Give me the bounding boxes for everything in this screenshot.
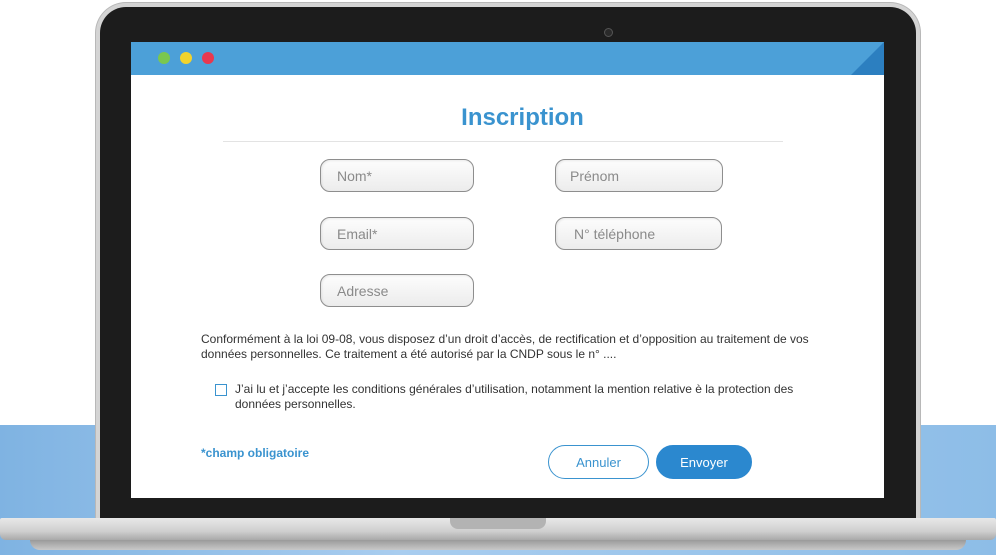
browser-window: Inscription Conformément à la loi 09-08,… [131,42,884,498]
consent-label: J’ai lu et j’accepte les conditions géné… [235,382,794,411]
window-green-dot-icon[interactable] [158,52,170,64]
window-red-dot-icon[interactable] [202,52,214,64]
consent-checkbox[interactable] [215,384,227,396]
telephone-field[interactable] [555,217,722,250]
legal-notice: Conformément à la loi 09-08, vous dispos… [201,332,809,361]
title-divider [223,141,783,142]
prenom-field[interactable] [555,159,723,192]
laptop-notch [450,518,546,529]
email-field[interactable] [320,217,474,250]
window-yellow-dot-icon[interactable] [180,52,192,64]
page-title: Inscription [461,104,584,131]
submit-button[interactable]: Envoyer [656,445,752,479]
required-field-note: *champ obligatoire [201,446,310,460]
cancel-button[interactable]: Annuler [548,445,649,479]
nom-field[interactable] [320,159,474,192]
titlebar-corner-decoration [851,42,884,75]
laptop-shadow [30,540,966,550]
window-titlebar [131,42,884,75]
webcam-icon [604,28,613,37]
adresse-field[interactable] [320,274,474,307]
